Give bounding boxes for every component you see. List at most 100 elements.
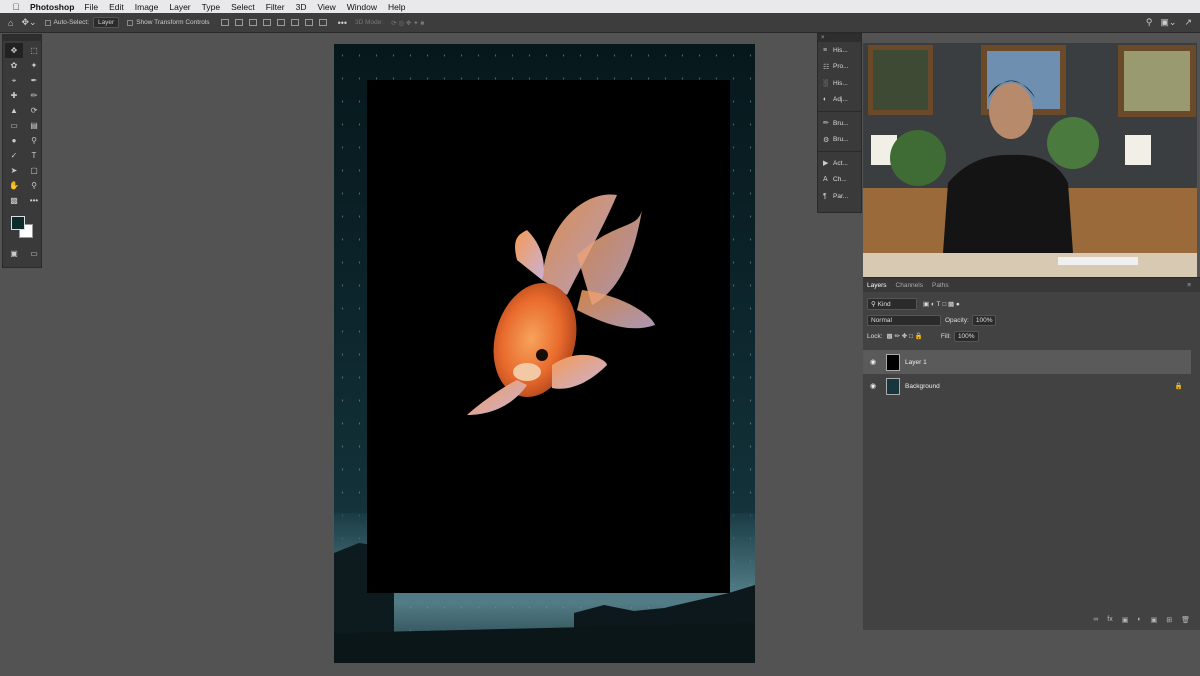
layers-tabs: Layers Channels Paths ≡ [863,278,1200,292]
panel-menu-icon[interactable]: ≡ [1187,282,1191,289]
brush-tool-icon[interactable]: ✏ [25,88,43,103]
new-group-icon[interactable]: ▣ [1151,616,1158,624]
visibility-eye-icon[interactable]: ◉ [865,382,881,390]
zoom-tool-icon[interactable]: ⚲ [25,178,43,193]
quick-mask-icon[interactable]: ▣ [5,246,23,261]
layer-row-layer-1[interactable]: ◉ Layer 1 [863,350,1191,374]
paragraph-icon: ¶ [823,192,827,200]
auto-select-label: Auto-Select: [53,19,89,26]
type-tool-icon[interactable]: T [25,148,43,163]
link-layers-icon[interactable]: ∞ [1093,616,1098,624]
align-left-icon[interactable] [220,19,229,26]
crop-tool-icon[interactable]: ⌖ [5,73,23,88]
menu-layer[interactable]: Layer [169,2,190,12]
layer-name: Layer 1 [905,358,927,366]
transform-controls-checkbox[interactable] [127,19,134,26]
magic-wand-icon[interactable]: ✦ [25,58,43,73]
lock-icon: 🔒 [1174,383,1183,390]
panel-paragraph[interactable]: ¶ Par... [818,188,861,205]
new-layer-icon[interactable]: ⊞ [1166,616,1172,624]
align-center-icon[interactable] [234,19,243,26]
adjustments-icon: ◐ [823,96,828,104]
blend-mode-dropdown[interactable]: Normal [867,314,941,326]
stamp-tool-icon[interactable]: ▲ [5,103,23,118]
kind-filter-dropdown[interactable]: ⚲ Kind [867,298,917,310]
move-tool-icon[interactable]: ✥⌄ [21,17,36,28]
eyedropper-icon[interactable]: ✒ [25,73,43,88]
align-bottom-icon[interactable] [304,19,313,26]
panel-brushes[interactable]: ✏ Bru... [818,115,861,132]
align-top-icon[interactable] [276,19,285,26]
gradient-tool-icon[interactable]: ▤ [25,118,43,133]
marquee-tool-icon[interactable]: ⬚ [25,43,43,58]
menu-window[interactable]: Window [347,2,377,12]
eraser-tool-icon[interactable]: ▭ [5,118,23,133]
distribute-icon[interactable] [262,19,271,26]
adjustment-layer-icon[interactable]: ◐ [1137,616,1141,624]
panel-actions[interactable]: ▶ Act... [818,155,861,172]
opacity-field[interactable]: 100% [971,314,997,326]
tab-layers[interactable]: Layers [867,282,887,289]
menu-select[interactable]: Select [231,2,255,12]
panel-history[interactable]: ≡ His... [818,42,861,59]
instructor-video [863,43,1197,277]
lock-icons[interactable]: ▩ ✏ ✥ □ 🔒 [887,332,923,340]
tab-channels[interactable]: Channels [896,282,923,289]
blur-tool-icon[interactable]: ● [5,133,23,148]
foreground-color[interactable] [11,216,25,230]
tab-paths[interactable]: Paths [932,282,949,289]
tools-panel: ✥ ⬚ ✿ ✦ ⌖ ✒ ✚ ✏ ▲ ⟳ ▭ ▤ ● ⚲ ✓ T ➤ ▢ ✋ ⚲ … [2,34,42,268]
document-canvas[interactable] [334,44,755,663]
search-icon[interactable]: ⚲ [1146,17,1153,28]
menu-type[interactable]: Type [202,2,220,12]
lasso-tool-icon[interactable]: ✿ [5,58,23,73]
screen-mode-icon[interactable]: ▭ [25,246,43,261]
move-tool-icon[interactable]: ✥ [5,43,23,58]
workspace-icon[interactable]: ▣⌄ [1160,17,1176,28]
menu-help[interactable]: Help [388,2,405,12]
add-mask-icon[interactable]: ▣ [1122,616,1129,624]
delete-layer-icon[interactable]: 🗑 [1181,616,1190,624]
hand-tool-icon[interactable]: ✋ [5,178,23,193]
more-icon[interactable]: ••• [338,18,347,28]
fx-icon[interactable]: fx [1107,616,1112,624]
fill-field[interactable]: 100% [953,330,979,342]
panel-histogram[interactable]: ░ His... [818,75,861,92]
menu-3d[interactable]: 3D [296,2,307,12]
auto-select-checkbox[interactable] [44,19,51,26]
distribute-vertical-icon[interactable] [318,19,327,26]
more-tools-icon[interactable]: ••• [25,193,43,208]
dodge-tool-icon[interactable]: ⚲ [25,133,43,148]
layer-row-background[interactable]: ◉ Background 🔒 [863,374,1191,398]
apple-icon[interactable]:  [6,2,26,12]
align-right-icon[interactable] [248,19,257,26]
share-icon[interactable]: ↗ [1184,17,1192,28]
filter-icons[interactable]: ▣ ◐ T □ ▩ ● [923,300,960,308]
color-swatches[interactable] [7,214,41,244]
panels-grip[interactable]: × [818,34,861,42]
menu-file[interactable]: File [84,2,98,12]
healing-brush-icon[interactable]: ✚ [5,88,23,103]
path-select-icon[interactable]: ➤ [5,163,23,178]
app-menu[interactable]: Photoshop [30,2,74,12]
panel-brush-settings[interactable]: ⚙ Bru... [818,132,861,149]
menu-edit[interactable]: Edit [109,2,124,12]
history-brush-icon[interactable]: ⟳ [25,103,43,118]
auto-select-dropdown[interactable]: Layer [92,17,120,28]
menu-filter[interactable]: Filter [266,2,285,12]
menu-image[interactable]: Image [135,2,159,12]
panel-properties[interactable]: ☷ Pro... [818,59,861,76]
lock-label: Lock: [867,332,883,340]
visibility-eye-icon[interactable]: ◉ [865,358,881,366]
layers-footer: ∞ fx ▣ ◐ ▣ ⊞ 🗑 [1093,616,1190,624]
pen-tool-icon[interactable]: ✓ [5,148,23,163]
align-middle-icon[interactable] [290,19,299,26]
shape-tool-icon[interactable]: ▢ [25,163,43,178]
layer-name: Background [905,382,940,390]
home-icon[interactable]: ⌂ [8,18,13,28]
menu-view[interactable]: View [317,2,335,12]
edit-toolbar-icon[interactable]: ▩ [5,193,23,208]
character-icon: A [823,176,828,184]
panel-character[interactable]: A Ch... [818,172,861,189]
panel-adjustments[interactable]: ◐ Adj... [818,92,861,109]
